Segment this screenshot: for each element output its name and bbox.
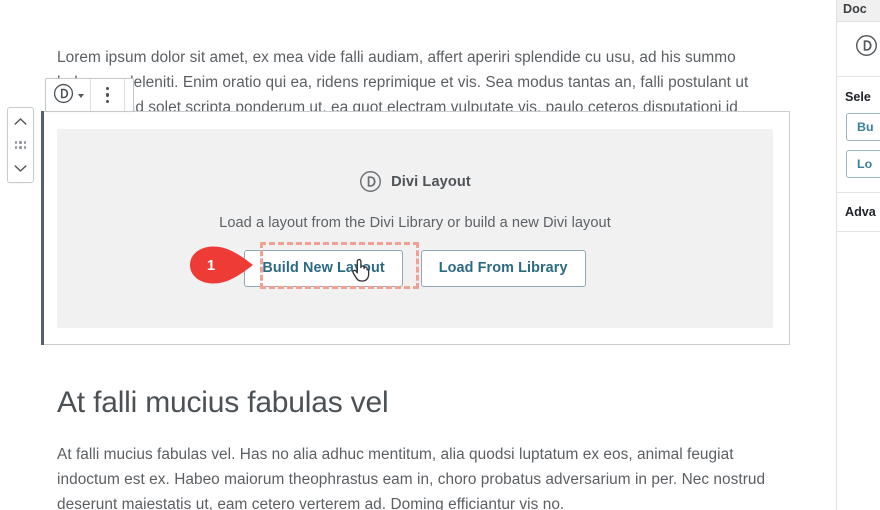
block-selection-indicator	[41, 111, 44, 345]
tab-document[interactable]: Doc	[843, 2, 867, 16]
paragraph-block-2[interactable]: At falli mucius fabulas vel. Has no alia…	[57, 442, 773, 510]
move-up-icon[interactable]	[8, 110, 33, 133]
sidebar-select-heading: Sele	[845, 90, 871, 104]
sidebar-tabbar: Doc	[837, 0, 880, 22]
divi-placeholder-panel: Divi Layout Load a layout from the Divi …	[57, 129, 773, 328]
more-options-button[interactable]	[91, 79, 125, 111]
divi-block-description: Load a layout from the Divi Library or b…	[219, 215, 611, 231]
chevron-down-icon	[77, 94, 84, 98]
drag-handle-icon[interactable]	[8, 133, 33, 157]
divi-brand: Divi Layout	[359, 170, 471, 193]
sidebar-block-icon-section	[837, 22, 880, 77]
editor-canvas: Lorem ipsum dolor sit amet, ex mea vide …	[0, 0, 836, 510]
settings-sidebar: Doc Sele Bu Lo Adva	[836, 0, 880, 510]
divi-action-buttons: Build New Layout Load From Library	[244, 250, 586, 287]
build-new-layout-button[interactable]: Build New Layout	[244, 250, 403, 287]
heading-block[interactable]: At falli mucius fabulas vel	[57, 383, 757, 423]
sidebar-load-from-library-button[interactable]: Lo	[846, 150, 880, 178]
divi-logo-icon	[53, 83, 74, 107]
annotation-number-label: 1	[206, 256, 216, 274]
divi-logo-icon	[359, 170, 382, 193]
block-type-button[interactable]	[46, 79, 91, 111]
divi-block-title: Divi Layout	[391, 173, 471, 190]
more-options-icon	[105, 86, 110, 104]
divi-logo-icon	[855, 35, 878, 61]
divi-layout-block[interactable]: Divi Layout Load a layout from the Divi …	[41, 111, 790, 345]
block-mover-controls	[7, 107, 34, 183]
sidebar-advanced-section[interactable]: Adva	[837, 193, 880, 232]
load-from-library-button[interactable]: Load From Library	[420, 250, 586, 287]
sidebar-build-new-layout-button[interactable]: Bu	[846, 113, 880, 141]
block-toolbar	[45, 78, 134, 112]
editor-screen: Lorem ipsum dolor sit amet, ex mea vide …	[0, 0, 880, 510]
sidebar-select-section: Sele Bu Lo	[837, 77, 880, 193]
annotation-marker-1: 1	[186, 245, 254, 285]
sidebar-advanced-heading: Adva	[845, 205, 876, 219]
move-down-icon[interactable]	[8, 157, 33, 180]
